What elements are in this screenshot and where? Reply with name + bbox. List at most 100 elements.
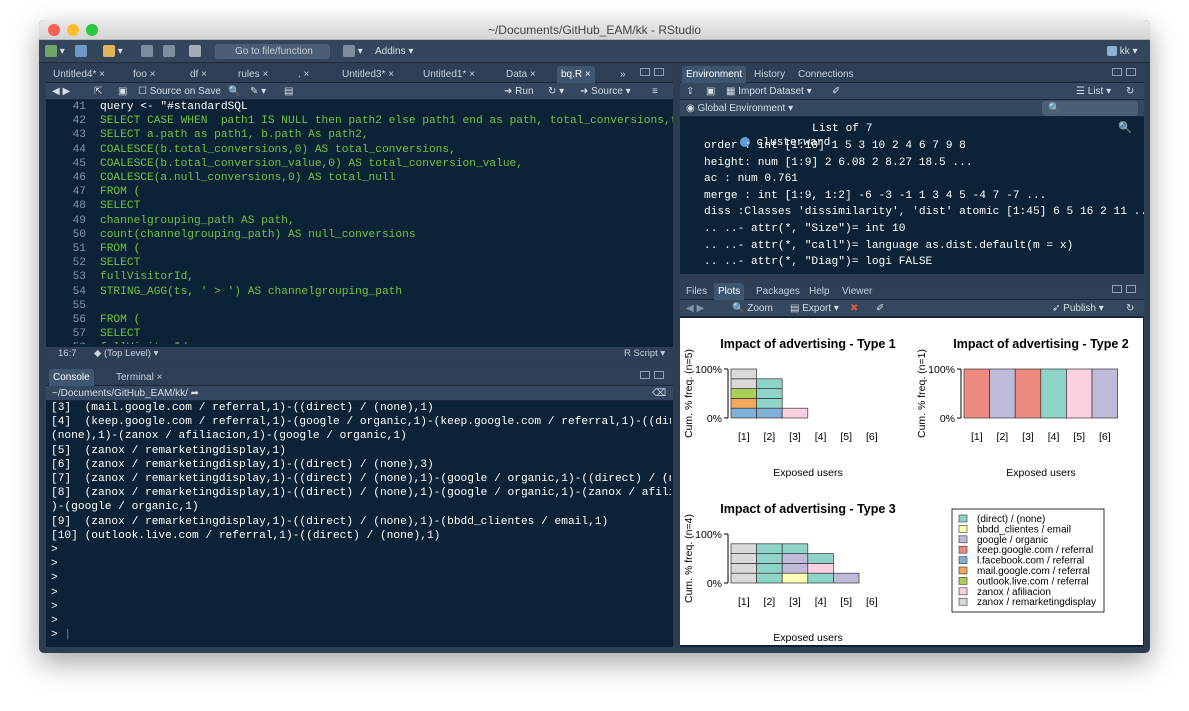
bar-segment bbox=[730, 563, 757, 574]
console-output-line: [4] (keep.google.com / referral,1)-(goog… bbox=[51, 416, 671, 429]
tab-history[interactable]: History bbox=[750, 66, 789, 83]
tab-plots[interactable]: Plots bbox=[714, 283, 745, 300]
scope-selector[interactable]: ◆ (Top Level) ▾ bbox=[94, 347, 158, 360]
tab-environment[interactable]: Environment bbox=[682, 66, 747, 83]
maximize-console-icon[interactable] bbox=[654, 371, 664, 379]
tab-packages[interactable]: Packages bbox=[752, 283, 804, 300]
tab-untitled1[interactable]: Untitled1* × bbox=[419, 66, 479, 83]
load-workspace-icon[interactable]: ⇪ bbox=[686, 84, 694, 99]
run-button[interactable]: ➜ Run bbox=[504, 84, 534, 99]
bar-segment bbox=[730, 543, 757, 554]
wand-icon[interactable]: ✎ ▾ bbox=[250, 84, 266, 99]
find-icon[interactable]: 🔍 bbox=[228, 84, 240, 99]
tab-foo[interactable]: foo × bbox=[129, 66, 160, 83]
source-on-save-checkbox[interactable]: ☐ Source on Save bbox=[138, 84, 221, 99]
save-workspace-icon[interactable]: ▣ bbox=[706, 84, 715, 99]
new-file-icon[interactable]: ▾ bbox=[45, 44, 65, 59]
outline-icon[interactable]: ≡ bbox=[652, 84, 658, 99]
tab-untitled3[interactable]: Untitled3* × bbox=[338, 66, 398, 83]
show-in-window-icon[interactable]: ⇱ bbox=[94, 84, 102, 99]
bar-segment bbox=[756, 388, 783, 399]
open-file-icon[interactable]: ▾ bbox=[103, 44, 123, 59]
console-output-line: )-(google / organic,1) bbox=[51, 501, 199, 514]
y-tick-label: 100% bbox=[695, 529, 722, 541]
print-icon[interactable] bbox=[189, 44, 201, 59]
tab-rules[interactable]: rules × bbox=[234, 66, 272, 83]
minimize-plots-icon[interactable] bbox=[1112, 285, 1122, 293]
text-cursor: | bbox=[57, 629, 72, 642]
publish-label: Publish bbox=[1063, 303, 1096, 314]
maximize-plots-icon[interactable] bbox=[1126, 285, 1136, 293]
save-file-icon[interactable]: ▣ bbox=[118, 84, 127, 99]
save-all-icon[interactable] bbox=[163, 44, 175, 59]
files-tabbar: Files Plots Packages Help Viewer bbox=[680, 281, 1144, 300]
filetype-selector[interactable]: R Script ▾ bbox=[624, 347, 665, 360]
minimize-console-icon[interactable] bbox=[640, 371, 650, 379]
tab-df[interactable]: df × bbox=[186, 66, 211, 83]
legend-label: keep.google.com / referral bbox=[977, 545, 1093, 556]
window-title: ~/Documents/GitHub_EAM/kk - RStudio bbox=[487, 23, 702, 37]
env-structure-line: .. ..- attr(*, "Size")= int 10 bbox=[704, 223, 906, 235]
addins-label: Addins bbox=[375, 46, 406, 57]
x-tick-label: [5] bbox=[1073, 431, 1085, 443]
compile-report-icon[interactable]: ▤ bbox=[284, 84, 293, 99]
maximize-env-icon[interactable] bbox=[1126, 68, 1136, 76]
minimize-pane-icon[interactable] bbox=[640, 68, 650, 76]
more-tabs-icon[interactable]: » bbox=[616, 66, 630, 83]
source-label: Source bbox=[591, 86, 623, 97]
filetype-label: R Script bbox=[624, 348, 658, 359]
code-line: FROM ( bbox=[100, 186, 141, 199]
cursor-position: 16:7 bbox=[58, 348, 77, 359]
clear-plots-icon[interactable]: ✐ bbox=[876, 301, 884, 316]
tab-connections[interactable]: Connections bbox=[794, 66, 858, 83]
refresh-icon[interactable]: ↻ bbox=[1126, 84, 1134, 99]
tab-terminal[interactable]: Terminal × bbox=[112, 369, 166, 386]
import-dataset-button[interactable]: ▦ Import Dataset ▾ bbox=[726, 84, 812, 99]
x-tick-label: [4] bbox=[815, 431, 827, 443]
source-button[interactable]: ➜ Source ▾ bbox=[580, 84, 631, 99]
console-prompt[interactable]: > | bbox=[51, 628, 671, 642]
environment-tabbar: Environment History Connections bbox=[680, 64, 1144, 83]
publish-button[interactable]: ➶ Publish ▾ bbox=[1052, 301, 1104, 316]
broom-icon[interactable]: ✐ bbox=[832, 84, 840, 99]
zoom-button[interactable]: 🔍 Zoom bbox=[732, 301, 773, 316]
save-icon[interactable] bbox=[141, 44, 153, 59]
rerun-icon[interactable]: ↻ ▾ bbox=[548, 84, 564, 99]
console-output[interactable]: [3] (mail.google.com / referral,1)-((dir… bbox=[51, 401, 671, 647]
maximize-pane-icon[interactable] bbox=[654, 68, 664, 76]
tab-viewer[interactable]: Viewer bbox=[838, 283, 876, 300]
magnifier-icon[interactable]: 🔍 bbox=[1118, 122, 1132, 136]
env-search-input[interactable]: 🔍 bbox=[1042, 101, 1138, 116]
source-pane: Untitled4* × foo × df × rules × . × Unti… bbox=[46, 64, 673, 360]
tab-dot[interactable]: . × bbox=[294, 66, 313, 83]
x-tick-label: [1] bbox=[738, 596, 750, 608]
clear-console-icon[interactable]: ⌫ bbox=[652, 386, 666, 401]
y-tick-label: 100% bbox=[928, 364, 955, 376]
grid-layout-icon[interactable]: ▾ bbox=[343, 44, 363, 59]
list-view-selector[interactable]: ☰ List ▾ bbox=[1076, 84, 1111, 99]
project-menu[interactable]: kk ▾ bbox=[1107, 44, 1138, 59]
tab-help[interactable]: Help bbox=[805, 283, 834, 300]
tab-console[interactable]: Console bbox=[49, 369, 94, 386]
tab-data[interactable]: Data × bbox=[502, 66, 540, 83]
working-directory: ~/Documents/GitHub_EAM/kk/ ➦ bbox=[52, 388, 200, 399]
console-output-line: [9] (zanox / remarketingdisplay,1)-((dir… bbox=[51, 515, 609, 528]
tab-untitled4[interactable]: Untitled4* × bbox=[49, 66, 109, 83]
global-environment-selector[interactable]: ◉ Global Environment ▾ bbox=[686, 101, 793, 116]
tab-files[interactable]: Files bbox=[682, 283, 711, 300]
goto-file-input[interactable]: Go to file/function bbox=[215, 44, 330, 59]
tab-bq-r[interactable]: bq.R × bbox=[557, 66, 595, 83]
line-number: 51 bbox=[72, 243, 86, 256]
console-output-line: [10] (outlook.live.com / referral,1)-((d… bbox=[51, 529, 441, 542]
addins-menu[interactable]: Addins ▾ bbox=[375, 44, 413, 59]
bar-segment bbox=[730, 378, 757, 389]
minimize-env-icon[interactable] bbox=[1112, 68, 1122, 76]
refresh-plot-icon[interactable]: ↻ bbox=[1126, 301, 1134, 316]
export-button[interactable]: ▤ Export ▾ bbox=[790, 301, 839, 316]
remove-plot-icon[interactable]: ✖ bbox=[850, 301, 858, 316]
back-arrow-icon[interactable]: ◀ ▶ bbox=[52, 84, 70, 99]
prev-plot-icon[interactable]: ◀ ▶ bbox=[686, 301, 704, 316]
new-project-icon[interactable] bbox=[75, 44, 87, 59]
console-pathbar: ~/Documents/GitHub_EAM/kk/ ➦ ⌫ bbox=[46, 386, 673, 401]
code-editor[interactable]: 41 42434445 4647484950 5152535455 565758 que… bbox=[46, 100, 673, 344]
